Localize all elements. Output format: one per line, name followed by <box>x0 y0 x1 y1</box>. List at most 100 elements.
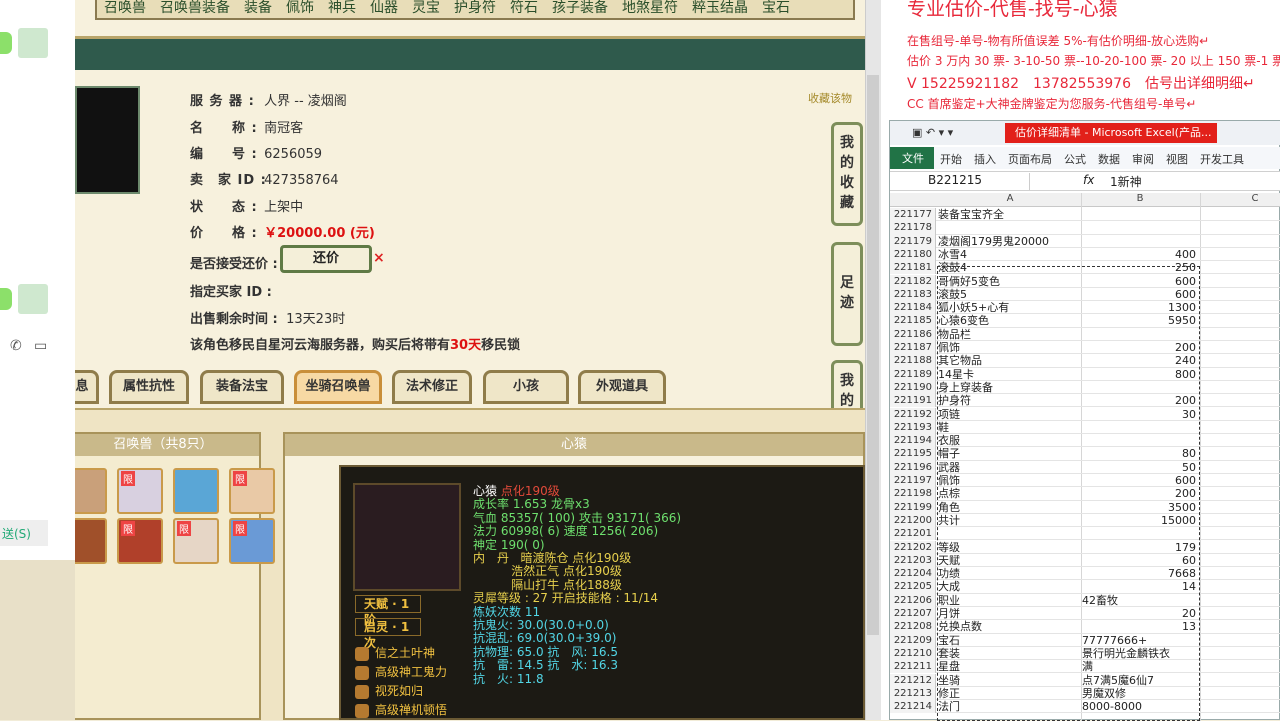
row-header[interactable]: 221181 <box>890 261 936 275</box>
row-header[interactable]: 221186 <box>890 327 936 341</box>
cell[interactable]: 共计 <box>938 514 1080 527</box>
cell[interactable]: 兑换点数 <box>938 620 1080 633</box>
nav-item[interactable]: 召唤兽 <box>97 0 153 18</box>
tab-review[interactable]: 审阅 <box>1126 147 1160 169</box>
tab-page-layout[interactable]: 页面布局 <box>1002 147 1058 169</box>
counter-offer-button[interactable]: 还价 <box>280 245 372 273</box>
cell[interactable]: 角色 <box>938 501 1080 514</box>
row-header[interactable]: 221179 <box>890 234 936 248</box>
cell[interactable]: 15000 <box>1082 514 1198 527</box>
cell[interactable]: 滚鼓4 <box>938 261 1080 274</box>
cell[interactable]: 400 <box>1082 248 1198 261</box>
footprint-button[interactable]: 足迹 <box>831 242 863 346</box>
row-header[interactable]: 221194 <box>890 434 936 448</box>
video-icon[interactable]: ▭ <box>34 338 47 354</box>
cell[interactable]: 80 <box>1082 447 1198 460</box>
cell[interactable]: 13 <box>1082 620 1198 633</box>
column-header[interactable]: B <box>1120 193 1160 204</box>
cell[interactable]: 7668 <box>1082 567 1198 580</box>
tab-attributes[interactable]: 属性抗性 <box>109 370 189 404</box>
avatar[interactable] <box>18 284 48 314</box>
cell[interactable]: 心猿6变色 <box>938 314 1080 327</box>
pet-slot[interactable] <box>173 468 219 514</box>
cell[interactable]: 职业 <box>938 594 1080 607</box>
cell[interactable]: 42畜牧 <box>1082 594 1198 607</box>
name-box[interactable]: B221215 <box>892 173 1030 190</box>
tab-info[interactable]: 息 <box>75 370 99 404</box>
row-header[interactable]: 221202 <box>890 540 936 554</box>
pet-slot[interactable]: 限 <box>173 518 219 564</box>
cell[interactable]: 600 <box>1082 474 1198 487</box>
cell[interactable]: 8000-8000 <box>1082 700 1198 713</box>
row-header[interactable]: 221212 <box>890 673 936 687</box>
column-header[interactable]: C <box>1235 193 1275 204</box>
tab-file[interactable]: 文件 <box>890 147 934 169</box>
row-header[interactable]: 221204 <box>890 567 936 581</box>
cell[interactable]: 大成 <box>938 580 1080 593</box>
nav-item[interactable]: 灵宝 <box>405 0 447 18</box>
cell[interactable]: 项链 <box>938 408 1080 421</box>
cell[interactable]: 200 <box>1082 487 1198 500</box>
row-header[interactable]: 221214 <box>890 700 936 714</box>
cell[interactable]: 200 <box>1082 394 1198 407</box>
row-header[interactable]: 221191 <box>890 394 936 408</box>
cell[interactable]: 77777666+ <box>1082 634 1198 647</box>
cell[interactable]: 法门 <box>938 700 1080 713</box>
quick-access-icons[interactable]: ▣ ↶ ▾ ▾ <box>912 126 953 139</box>
cell[interactable]: 滚鼓5 <box>938 288 1080 301</box>
cell[interactable]: 14 <box>1082 580 1198 593</box>
nav-item[interactable]: 粹玉结晶 <box>685 0 755 18</box>
row-header[interactable]: 221203 <box>890 553 936 568</box>
nav-item[interactable]: 护身符 <box>447 0 503 18</box>
skill-item[interactable]: 高级禅机顿悟 <box>355 701 447 718</box>
cell[interactable]: 600 <box>1082 288 1198 301</box>
my-favorites-button[interactable]: 我的收藏 <box>831 122 863 226</box>
nav-item[interactable]: 符石 <box>503 0 545 18</box>
cell[interactable]: 哥俩好5变色 <box>938 275 1080 288</box>
row-header[interactable]: 221199 <box>890 500 936 514</box>
scrollbar-thumb[interactable] <box>867 75 879 635</box>
pet-slot[interactable] <box>75 518 107 564</box>
tab-data[interactable]: 数据 <box>1092 147 1126 169</box>
collect-link[interactable]: 收藏该物 <box>808 90 852 106</box>
cell[interactable]: 护身符 <box>938 394 1080 407</box>
row-header[interactable]: 221182 <box>890 274 936 288</box>
close-icon[interactable]: × <box>373 250 385 266</box>
cell[interactable]: 50 <box>1082 461 1198 474</box>
row-header[interactable]: 221211 <box>890 660 936 674</box>
tab-spell-correction[interactable]: 法术修正 <box>392 370 472 404</box>
tab-view[interactable]: 视图 <box>1160 147 1194 169</box>
cell[interactable]: 男魔双修 <box>1082 687 1198 700</box>
row-header[interactable]: 221178 <box>890 221 936 235</box>
row-header[interactable]: 221192 <box>890 407 936 421</box>
avatar[interactable] <box>18 28 48 58</box>
cell[interactable]: 修正 <box>938 687 1080 700</box>
cell[interactable]: 点7满5魔6仙7 <box>1082 674 1198 687</box>
row-header[interactable]: 221185 <box>890 314 936 328</box>
cell[interactable]: 等级 <box>938 541 1080 554</box>
cell[interactable]: 3500 <box>1082 501 1198 514</box>
skill-item[interactable]: 视死如归 <box>355 682 423 699</box>
cell[interactable]: 物品栏 <box>938 328 1080 341</box>
cell[interactable]: 衣服 <box>938 434 1080 447</box>
cell[interactable]: 身上穿装备 <box>938 381 1080 394</box>
nav-item[interactable]: 仙器 <box>363 0 405 18</box>
cell[interactable]: 60 <box>1082 554 1198 567</box>
row-header[interactable]: 221184 <box>890 301 936 315</box>
row-header[interactable]: 221201 <box>890 527 936 541</box>
cell[interactable]: 星盘 <box>938 660 1080 673</box>
row-header[interactable]: 221209 <box>890 633 936 647</box>
cell[interactable]: 景行明光金麟铁衣 <box>1082 647 1198 660</box>
cell[interactable]: 5950 <box>1082 314 1198 327</box>
tab-equipment[interactable]: 装备法宝 <box>200 370 284 404</box>
row-header[interactable]: 221189 <box>890 367 936 381</box>
row-header[interactable]: 221195 <box>890 447 936 461</box>
nav-item[interactable]: 宝石 <box>755 0 797 18</box>
nav-item[interactable]: 孩子装备 <box>545 0 615 18</box>
row-header[interactable]: 221183 <box>890 287 936 302</box>
row-header[interactable]: 221207 <box>890 607 936 621</box>
cell[interactable]: 30 <box>1082 408 1198 421</box>
cell[interactable]: 帽子 <box>938 447 1080 460</box>
nav-item[interactable]: 召唤兽装备 <box>153 0 237 18</box>
cell[interactable]: 佩饰 <box>938 341 1080 354</box>
